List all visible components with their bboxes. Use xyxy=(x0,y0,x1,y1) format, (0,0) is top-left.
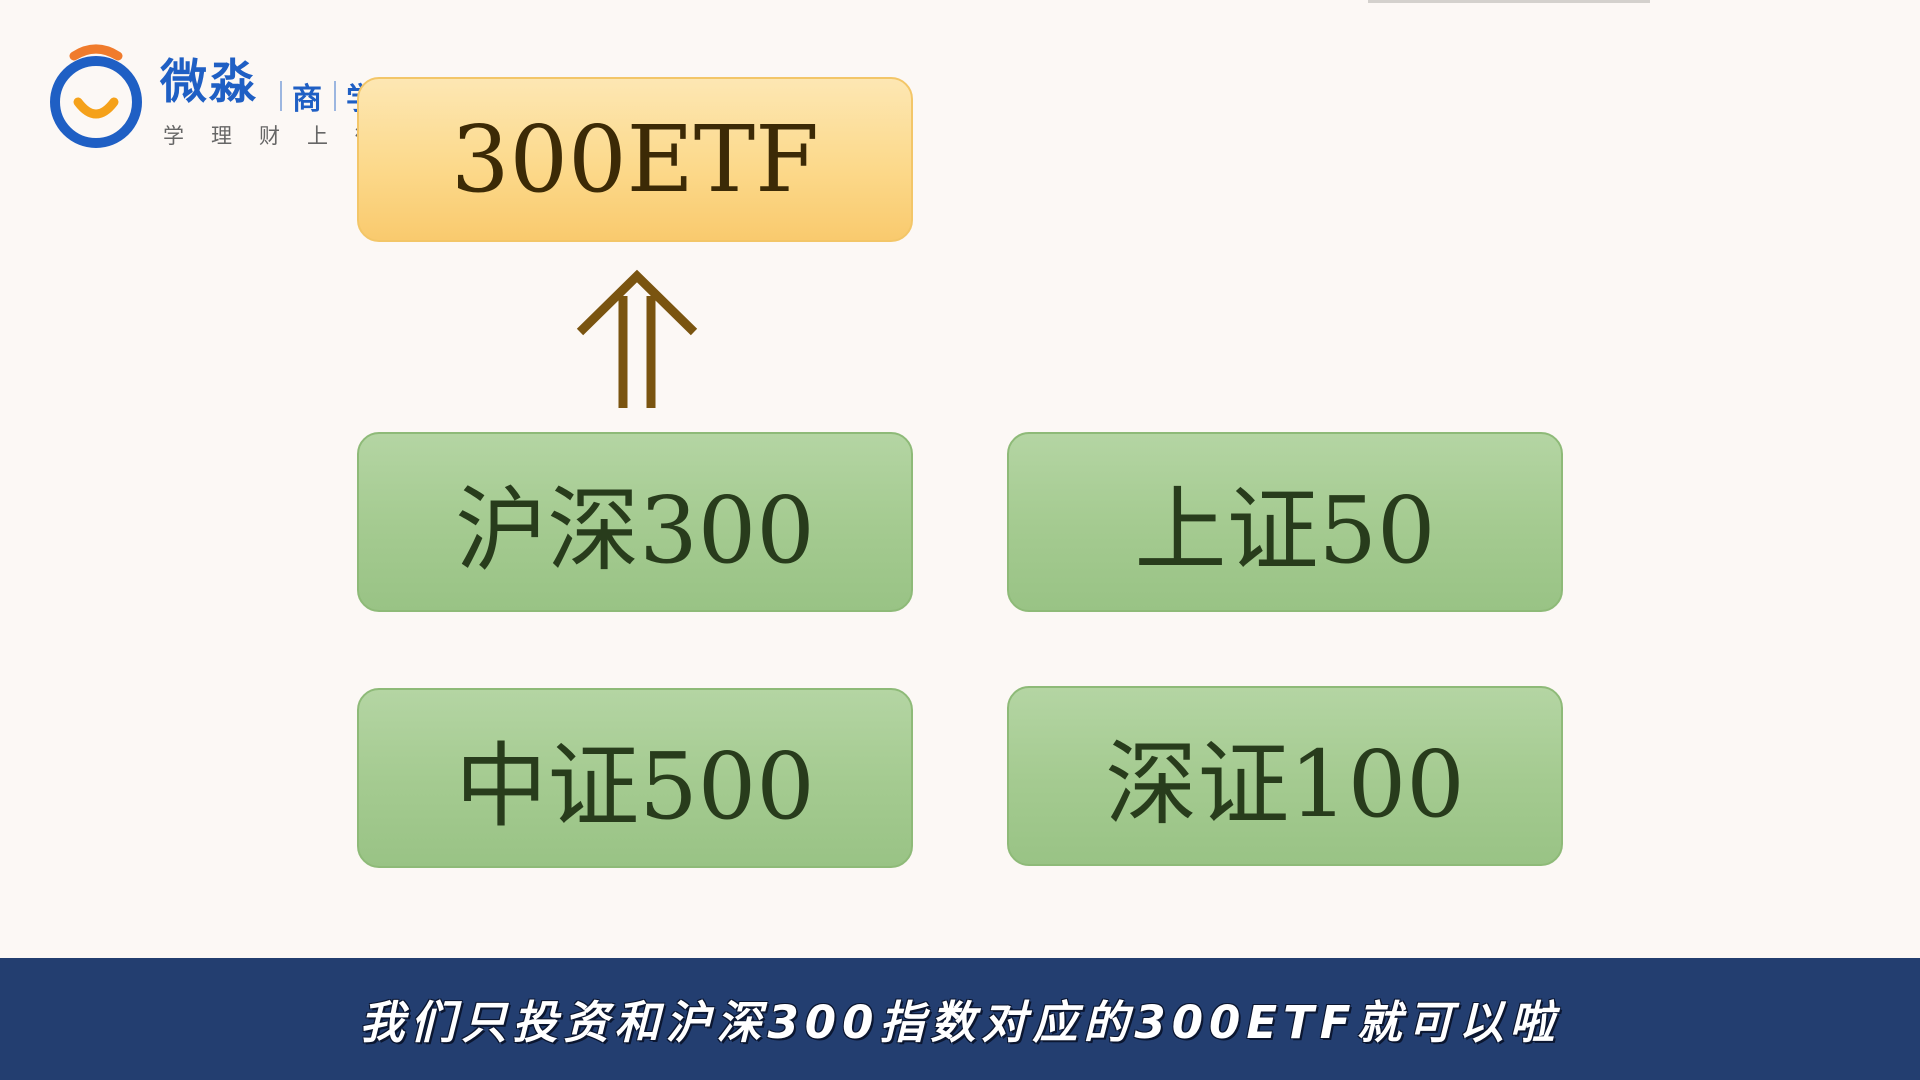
top-progress-bar xyxy=(1368,0,1650,3)
index-box-zz500: 中证500 xyxy=(357,688,913,868)
logo-brand: 微淼 xyxy=(160,55,258,110)
index-box-hs300: 沪深300 xyxy=(357,432,913,612)
double-up-arrow-icon xyxy=(576,269,698,408)
etf-box: 300ETF xyxy=(357,77,913,242)
slide: 微淼 商 学 院 学理财上微淼 300ETF 沪深300 上证50 中证500 … xyxy=(0,0,1920,1080)
logo-sub-char: 商 xyxy=(292,82,322,117)
index-box-sz100: 深证100 xyxy=(1007,686,1563,866)
subtitle-text: 我们只投资和沪深300指数对应的300ETF就可以啦 xyxy=(359,995,1561,1049)
index-box-sz50: 上证50 xyxy=(1007,432,1563,612)
subtitle-band: 我们只投资和沪深300指数对应的300ETF就可以啦 xyxy=(0,958,1920,1080)
logo-separator xyxy=(280,81,282,111)
logo-separator xyxy=(334,81,336,111)
logo-mark-icon xyxy=(50,44,142,148)
